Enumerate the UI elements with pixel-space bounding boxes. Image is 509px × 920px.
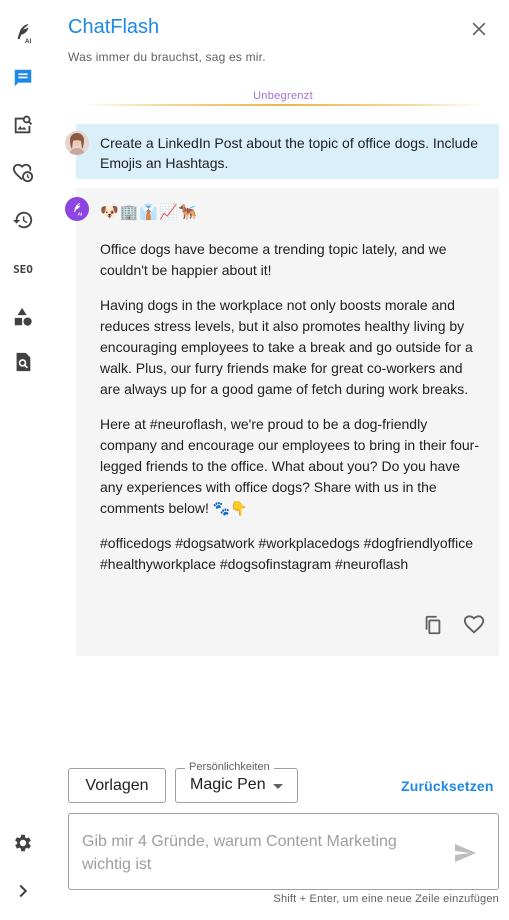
- plan-indicator: Unbegrenzt: [68, 86, 498, 104]
- seo-icon[interactable]: SEO: [11, 257, 35, 281]
- shapes-icon[interactable]: [11, 305, 35, 329]
- seo-label: SEO: [13, 262, 33, 276]
- user-avatar: [65, 131, 89, 155]
- copy-button[interactable]: [421, 613, 445, 637]
- like-button[interactable]: [462, 613, 486, 637]
- templates-button[interactable]: Vorlagen: [68, 768, 166, 803]
- chat-input[interactable]: [82, 830, 432, 878]
- plan-label: Unbegrenzt: [253, 90, 313, 102]
- heart-clock-icon[interactable]: [11, 161, 35, 185]
- chevron-right-icon[interactable]: [11, 879, 35, 903]
- gear-icon[interactable]: [11, 831, 35, 855]
- history-icon[interactable]: [11, 208, 35, 232]
- caret-down-icon: [273, 784, 283, 789]
- svg-text:AI: AI: [78, 212, 83, 217]
- app-subtitle: Was immer du brauchst, sag es mir.: [68, 50, 266, 64]
- ai-paragraph: Here at #neuroflash, we're proud to be a…: [100, 416, 479, 516]
- user-message-text: Create a LinkedIn Post about the topic o…: [100, 135, 478, 171]
- sidebar: AI SEO: [0, 0, 46, 920]
- copy-icon: [425, 615, 441, 635]
- svg-text:AI: AI: [25, 38, 32, 44]
- heart-icon: [463, 615, 485, 634]
- ai-paragraph: Having dogs in the workplace not only bo…: [100, 297, 473, 397]
- persona-label: Persönlichkeiten: [185, 761, 274, 773]
- quill-ai-icon: AI: [74, 203, 83, 217]
- close-icon: [472, 22, 486, 36]
- document-search-icon[interactable]: [11, 350, 35, 374]
- send-icon: [455, 844, 476, 862]
- plan-divider: [84, 104, 484, 106]
- chat-icon[interactable]: [11, 66, 35, 90]
- ai-paragraph: Office dogs have become a trending topic…: [100, 241, 447, 278]
- ai-avatar: AI: [65, 197, 89, 221]
- app-title: ChatFlash: [68, 16, 160, 38]
- image-search-icon[interactable]: [11, 113, 35, 137]
- send-button[interactable]: [452, 840, 478, 866]
- close-button[interactable]: [466, 16, 492, 42]
- ai-paragraph: #officedogs #dogsatwork #workplacedogs #…: [100, 535, 474, 572]
- input-hint: Shift + Enter, um eine neue Zeile einzuf…: [273, 893, 499, 905]
- ai-emoji-row: 🐶🏢👔📈🐕‍🦺: [100, 204, 199, 221]
- quill-ai-icon[interactable]: AI: [11, 21, 35, 45]
- reset-button[interactable]: Zurücksetzen: [401, 778, 494, 794]
- persona-value: Magic Pen: [190, 776, 266, 793]
